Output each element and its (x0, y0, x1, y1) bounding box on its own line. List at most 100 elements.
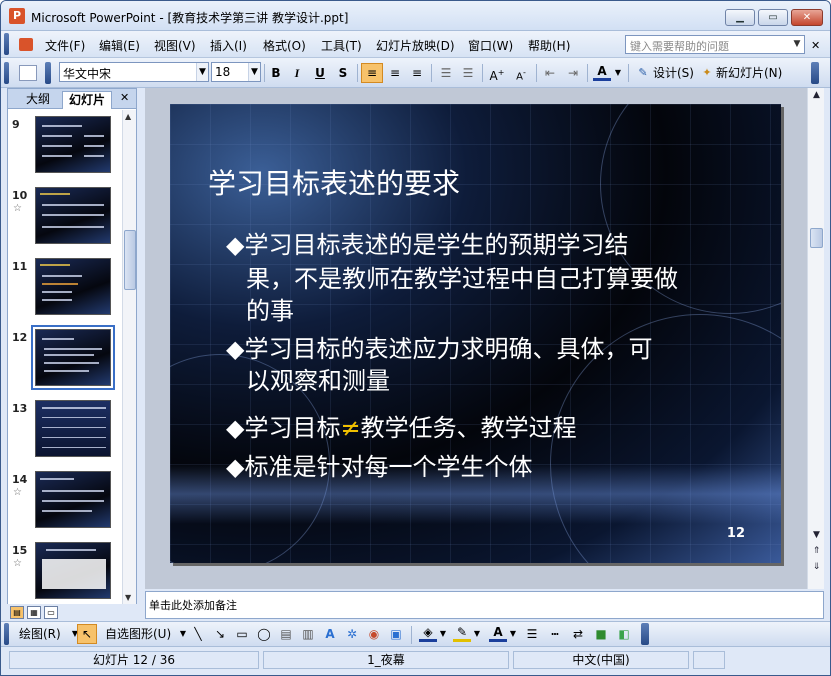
tab-outline[interactable]: 大纲 (20, 91, 56, 109)
chevron-down-icon[interactable]: ▼ (473, 624, 481, 644)
toolbar-options-icon[interactable] (811, 62, 819, 84)
thumbnail-row[interactable]: 15 ☆ (8, 538, 122, 604)
menu-slideshow[interactable]: 幻灯片放映(D) (376, 37, 455, 54)
next-slide-icon[interactable]: ⇓ (810, 562, 823, 576)
new-document-icon[interactable] (19, 65, 37, 81)
underline-button[interactable]: U (311, 63, 329, 83)
menu-edit[interactable]: 编辑(E) (99, 37, 140, 54)
decrease-font-icon[interactable]: A- (511, 63, 531, 83)
document-icon[interactable] (19, 38, 33, 51)
close-document-icon[interactable]: ✕ (811, 39, 820, 52)
numbering-icon[interactable]: ☰ (437, 63, 455, 83)
normal-view-icon[interactable]: ▤ (10, 606, 24, 619)
wordart-icon[interactable]: A (321, 624, 339, 644)
slide-thumbnail[interactable] (35, 471, 111, 528)
thumbnail-row[interactable]: 14 ☆ (8, 467, 122, 537)
slideshow-view-icon[interactable]: ▭ (44, 606, 58, 619)
slide-thumbnail[interactable] (35, 116, 111, 173)
toolbar-grip-icon[interactable] (4, 62, 9, 84)
thumbnail-row[interactable]: 13 (8, 396, 122, 466)
font-size-select[interactable]: 18 ▼ (211, 62, 261, 82)
maximize-button[interactable]: ▭ (758, 9, 788, 26)
chevron-down-icon[interactable]: ▼ (613, 63, 623, 83)
close-pane-icon[interactable]: ✕ (120, 91, 129, 104)
slide-thumbnail[interactable] (35, 187, 111, 244)
thumbnail-row[interactable]: 12 (8, 325, 122, 395)
arrow-icon[interactable]: ↘ (211, 624, 229, 644)
slide-thumbnail[interactable] (35, 258, 111, 315)
menu-window[interactable]: 窗口(W) (468, 37, 513, 54)
textbox-icon[interactable]: ▤ (277, 624, 295, 644)
shadow-style-icon[interactable]: ■ (592, 624, 610, 644)
thumbnail-row[interactable]: 10 ☆ (8, 183, 122, 253)
current-slide[interactable]: 学习目标表述的要求 ◆学习目标表述的是学生的预期学习结 果，不是教师在教学过程中… (170, 104, 781, 563)
scroll-down-icon[interactable]: ▼ (125, 593, 131, 602)
toolbar-options-icon[interactable] (641, 623, 649, 645)
notes-pane[interactable]: 单击此处添加备注 (145, 591, 824, 619)
draw-menu-button[interactable]: 绘图(R) (19, 624, 71, 644)
chevron-down-icon[interactable]: ▼ (248, 63, 260, 81)
chevron-down-icon[interactable]: ▼ (509, 624, 517, 644)
scroll-down-icon[interactable]: ▼ (810, 530, 823, 544)
bold-button[interactable]: B (267, 63, 285, 83)
scrollbar-thumb[interactable] (124, 230, 136, 290)
align-right-button[interactable]: ≡ (407, 63, 427, 83)
scrollbar-thumb[interactable] (810, 228, 823, 248)
toolbar-options-icon[interactable] (45, 62, 51, 84)
line-icon[interactable]: ╲ (189, 624, 207, 644)
tab-slides[interactable]: 幻灯片 (62, 91, 113, 109)
oval-icon[interactable]: ◯ (255, 624, 273, 644)
thumbnail-row[interactable]: 11 (8, 254, 122, 324)
menu-grip-icon[interactable] (4, 33, 9, 55)
3d-style-icon[interactable]: ◧ (615, 624, 633, 644)
scroll-up-icon[interactable]: ▲ (125, 112, 131, 121)
chevron-down-icon[interactable]: ▼ (196, 63, 208, 81)
thumbnail-scrollbar[interactable]: ▲ ▼ (122, 110, 136, 604)
decrease-indent-icon[interactable]: ⇤ (541, 63, 559, 83)
line-style-icon[interactable]: ☰ (523, 624, 541, 644)
slide-thumbnail-selected[interactable] (31, 325, 115, 390)
align-center-button[interactable]: ≡ (385, 63, 405, 83)
toolbar-grip-icon[interactable] (4, 623, 9, 645)
font-name-select[interactable]: 华文中宋 ▼ (59, 62, 209, 82)
minimize-button[interactable]: ▁ (725, 9, 755, 26)
new-slide-button[interactable]: 新幻灯片(N) (716, 63, 788, 83)
picture-icon[interactable]: ▣ (387, 624, 405, 644)
menu-tools[interactable]: 工具(T) (321, 37, 362, 54)
diagram-icon[interactable]: ✲ (343, 624, 361, 644)
previous-slide-icon[interactable]: ⇑ (810, 546, 823, 560)
scroll-up-icon[interactable]: ▲ (810, 90, 823, 104)
align-left-button[interactable]: ≡ (361, 63, 383, 83)
close-window-button[interactable]: ✕ (791, 9, 823, 26)
slide-scrollbar[interactable]: ▲ ▼ ⇑ ⇓ (807, 88, 824, 589)
menu-help[interactable]: 帮助(H) (528, 37, 570, 54)
help-search-input[interactable]: 键入需要帮助的问题 ▼ (625, 35, 805, 54)
slide-sorter-view-icon[interactable]: ▦ (27, 606, 41, 619)
font-color-icon[interactable]: A (593, 63, 611, 81)
slide-title[interactable]: 学习目标表述的要求 (208, 162, 460, 202)
bullets-icon[interactable]: ☰ (459, 63, 477, 83)
italic-button[interactable]: I (288, 63, 306, 83)
chevron-down-icon[interactable]: ▼ (790, 36, 804, 53)
menu-file[interactable]: 文件(F) (45, 37, 85, 54)
dash-style-icon[interactable]: ┅ (546, 624, 564, 644)
menu-format[interactable]: 格式(O) (263, 37, 306, 54)
fill-color-icon[interactable]: ◈ (419, 624, 437, 642)
clipart-icon[interactable]: ◉ (365, 624, 383, 644)
slide-thumbnail[interactable] (35, 400, 111, 457)
autoshapes-button[interactable]: 自选图形(U) (105, 624, 179, 644)
increase-font-icon[interactable]: A+ (487, 63, 507, 83)
shadow-button[interactable]: S (334, 63, 352, 83)
menu-view[interactable]: 视图(V) (154, 37, 196, 54)
line-color-icon[interactable]: ✎ (453, 624, 471, 642)
vertical-textbox-icon[interactable]: ▥ (299, 624, 317, 644)
rectangle-icon[interactable]: ▭ (233, 624, 251, 644)
slide-thumbnail[interactable] (35, 542, 111, 599)
menu-insert[interactable]: 插入(I) (210, 37, 247, 54)
arrow-style-icon[interactable]: ⇄ (569, 624, 587, 644)
design-button[interactable]: 设计(S) (653, 63, 695, 83)
increase-indent-icon[interactable]: ⇥ (564, 63, 582, 83)
chevron-down-icon[interactable]: ▼ (179, 624, 187, 644)
chevron-down-icon[interactable]: ▼ (439, 624, 447, 644)
thumbnail-row[interactable]: 9 (8, 112, 122, 182)
